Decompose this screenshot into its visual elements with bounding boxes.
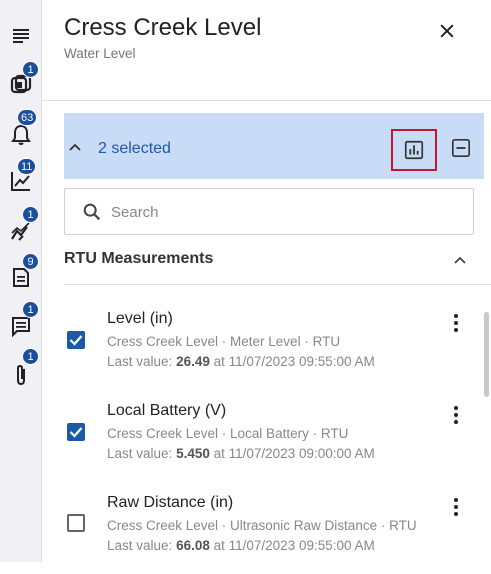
more-options-icon[interactable] <box>448 496 464 518</box>
scrollbar-thumb[interactable] <box>484 312 489 397</box>
measurement-meta: Cress Creek Level · Ultrasonic Raw Dista… <box>107 518 417 533</box>
measurement-name: Level (in) <box>107 310 173 327</box>
bell-icon[interactable] <box>8 122 34 148</box>
checkbox-checked[interactable] <box>67 423 85 441</box>
side-rail: 1 63 11 1 9 1 1 <box>0 0 42 562</box>
measurement-last-value: Last value: 66.08 at 11/07/2023 09:55:00… <box>107 538 375 553</box>
section-divider <box>64 284 491 285</box>
check-icon <box>69 335 83 346</box>
menu-icon[interactable] <box>8 22 34 48</box>
section-header: RTU Measurements <box>64 248 474 272</box>
alarms-badge: 63 <box>17 109 38 126</box>
more-options-icon[interactable] <box>448 404 464 426</box>
page-subtitle: Water Level <box>64 46 136 61</box>
minus-box-icon <box>452 139 470 157</box>
list-item: Level (in) Cress Creek Level · Meter Lev… <box>64 310 474 390</box>
list-item: Raw Distance (in) Cress Creek Level · Ul… <box>64 494 474 574</box>
close-icon <box>440 24 454 38</box>
measurement-name: Local Battery (V) <box>107 402 227 419</box>
chevron-up-icon[interactable] <box>452 252 468 268</box>
attachment-icon[interactable] <box>8 362 34 388</box>
chart-button[interactable] <box>391 129 437 171</box>
page-title: Cress Creek Level <box>64 14 262 41</box>
measurement-meta: Cress Creek Level · Local Battery · RTU <box>107 426 349 441</box>
header-divider <box>42 100 491 101</box>
check-icon <box>69 427 83 438</box>
selected-count: 2 selected <box>98 140 171 157</box>
close-button[interactable] <box>434 18 460 44</box>
search-input[interactable] <box>111 199 451 225</box>
checkbox-checked[interactable] <box>67 331 85 349</box>
measurement-name: Raw Distance (in) <box>107 494 234 511</box>
trends-badge: 11 <box>17 158 37 175</box>
search-icon <box>83 203 101 221</box>
anomaly-badge: 1 <box>22 206 39 223</box>
search-box <box>64 188 474 235</box>
selection-bar: 2 selected <box>64 113 484 179</box>
attachments-badge: 1 <box>22 348 39 365</box>
panel-header: Cress Creek Level Water Level <box>42 0 491 100</box>
measurement-last-value: Last value: 26.49 at 11/07/2023 09:55:00… <box>107 354 375 369</box>
section-title: RTU Measurements <box>64 250 214 267</box>
measurement-meta: Cress Creek Level · Meter Level · RTU <box>107 334 341 349</box>
deselect-button[interactable] <box>450 137 472 159</box>
chevron-up-icon[interactable] <box>68 140 82 154</box>
checkbox-unchecked[interactable] <box>67 514 85 532</box>
more-options-icon[interactable] <box>448 312 464 334</box>
notes-badge: 9 <box>22 253 39 270</box>
devices-badge: 1 <box>22 61 39 78</box>
comments-badge: 1 <box>22 301 39 318</box>
measurement-last-value: Last value: 5.450 at 11/07/2023 09:00:00… <box>107 446 375 461</box>
list-item: Local Battery (V) Cress Creek Level · Lo… <box>64 402 474 482</box>
bar-chart-icon <box>404 140 424 160</box>
